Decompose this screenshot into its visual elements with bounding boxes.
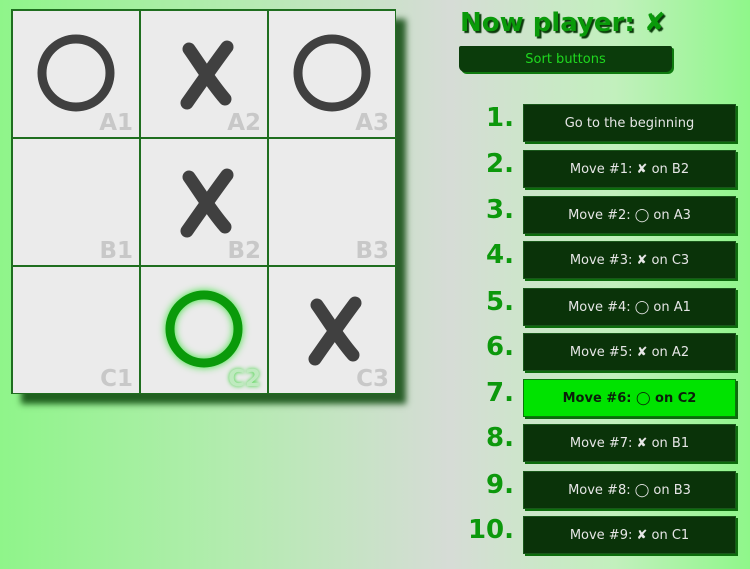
- cell-coordinate: B3: [355, 238, 389, 264]
- game-board: A1 A2 A3 B1 B2 B3 C1 C2 C3: [11, 9, 396, 394]
- move-number: 2.: [486, 149, 514, 179]
- cell-coordinate: A1: [99, 110, 133, 136]
- now-player-status: Now player: ✘: [460, 8, 666, 38]
- move-item: 10. Move #9: ✘ on C1: [460, 514, 740, 554]
- cell-c3[interactable]: C3: [268, 266, 396, 394]
- cell-a1[interactable]: A1: [12, 10, 140, 138]
- move-item: 4. Move #3: ✘ on C3: [460, 239, 740, 279]
- move-number: 7.: [486, 378, 514, 408]
- move-button[interactable]: Move #8: ◯ on B3: [523, 471, 736, 509]
- move-number: 9.: [486, 470, 514, 500]
- move-number: 10.: [467, 515, 514, 545]
- cell-coordinate: B1: [99, 238, 133, 264]
- cell-coordinate: B2: [227, 238, 261, 264]
- move-number: 5.: [486, 287, 514, 317]
- cell-coordinate: C1: [100, 366, 133, 392]
- move-number: 1.: [486, 103, 514, 133]
- move-item: 6. Move #5: ✘ on A2: [460, 331, 740, 371]
- move-button[interactable]: Move #3: ✘ on C3: [523, 241, 736, 279]
- move-button[interactable]: Move #2: ◯ on A3: [523, 196, 736, 234]
- cell-b3[interactable]: B3: [268, 138, 396, 266]
- move-button-current[interactable]: Move #6: ◯ on C2: [523, 379, 736, 417]
- move-button[interactable]: Move #4: ◯ on A1: [523, 288, 736, 326]
- move-item: 8. Move #7: ✘ on B1: [460, 422, 740, 462]
- move-button[interactable]: Move #5: ✘ on A2: [523, 333, 736, 371]
- move-button[interactable]: Move #7: ✘ on B1: [523, 424, 736, 462]
- cell-c1[interactable]: C1: [12, 266, 140, 394]
- cell-coordinate: C2: [228, 366, 261, 392]
- now-player-symbol: ✘: [643, 8, 666, 38]
- move-item: 9. Move #8: ◯ on B3: [460, 469, 740, 509]
- cell-coordinate: A2: [227, 110, 261, 136]
- cell-coordinate: A3: [355, 110, 389, 136]
- cell-coordinate: C3: [356, 366, 389, 392]
- move-button[interactable]: Move #9: ✘ on C1: [523, 516, 736, 554]
- move-number: 6.: [486, 332, 514, 362]
- move-button[interactable]: Go to the beginning: [523, 104, 736, 142]
- move-button[interactable]: Move #1: ✘ on B2: [523, 150, 736, 188]
- move-number: 4.: [486, 240, 514, 270]
- now-player-label: Now player:: [460, 8, 635, 38]
- cell-a2[interactable]: A2: [140, 10, 268, 138]
- move-item: 7. Move #6: ◯ on C2: [460, 377, 740, 417]
- sort-buttons-button[interactable]: Sort buttons: [459, 46, 672, 72]
- move-item: 2. Move #1: ✘ on B2: [460, 148, 740, 188]
- move-item: 3. Move #2: ◯ on A3: [460, 194, 740, 234]
- cell-c2[interactable]: C2: [140, 266, 268, 394]
- move-item: 1. Go to the beginning: [460, 102, 740, 142]
- move-number: 8.: [486, 423, 514, 453]
- cell-a3[interactable]: A3: [268, 10, 396, 138]
- cell-b2[interactable]: B2: [140, 138, 268, 266]
- move-item: 5. Move #4: ◯ on A1: [460, 286, 740, 326]
- move-number: 3.: [486, 195, 514, 225]
- cell-b1[interactable]: B1: [12, 138, 140, 266]
